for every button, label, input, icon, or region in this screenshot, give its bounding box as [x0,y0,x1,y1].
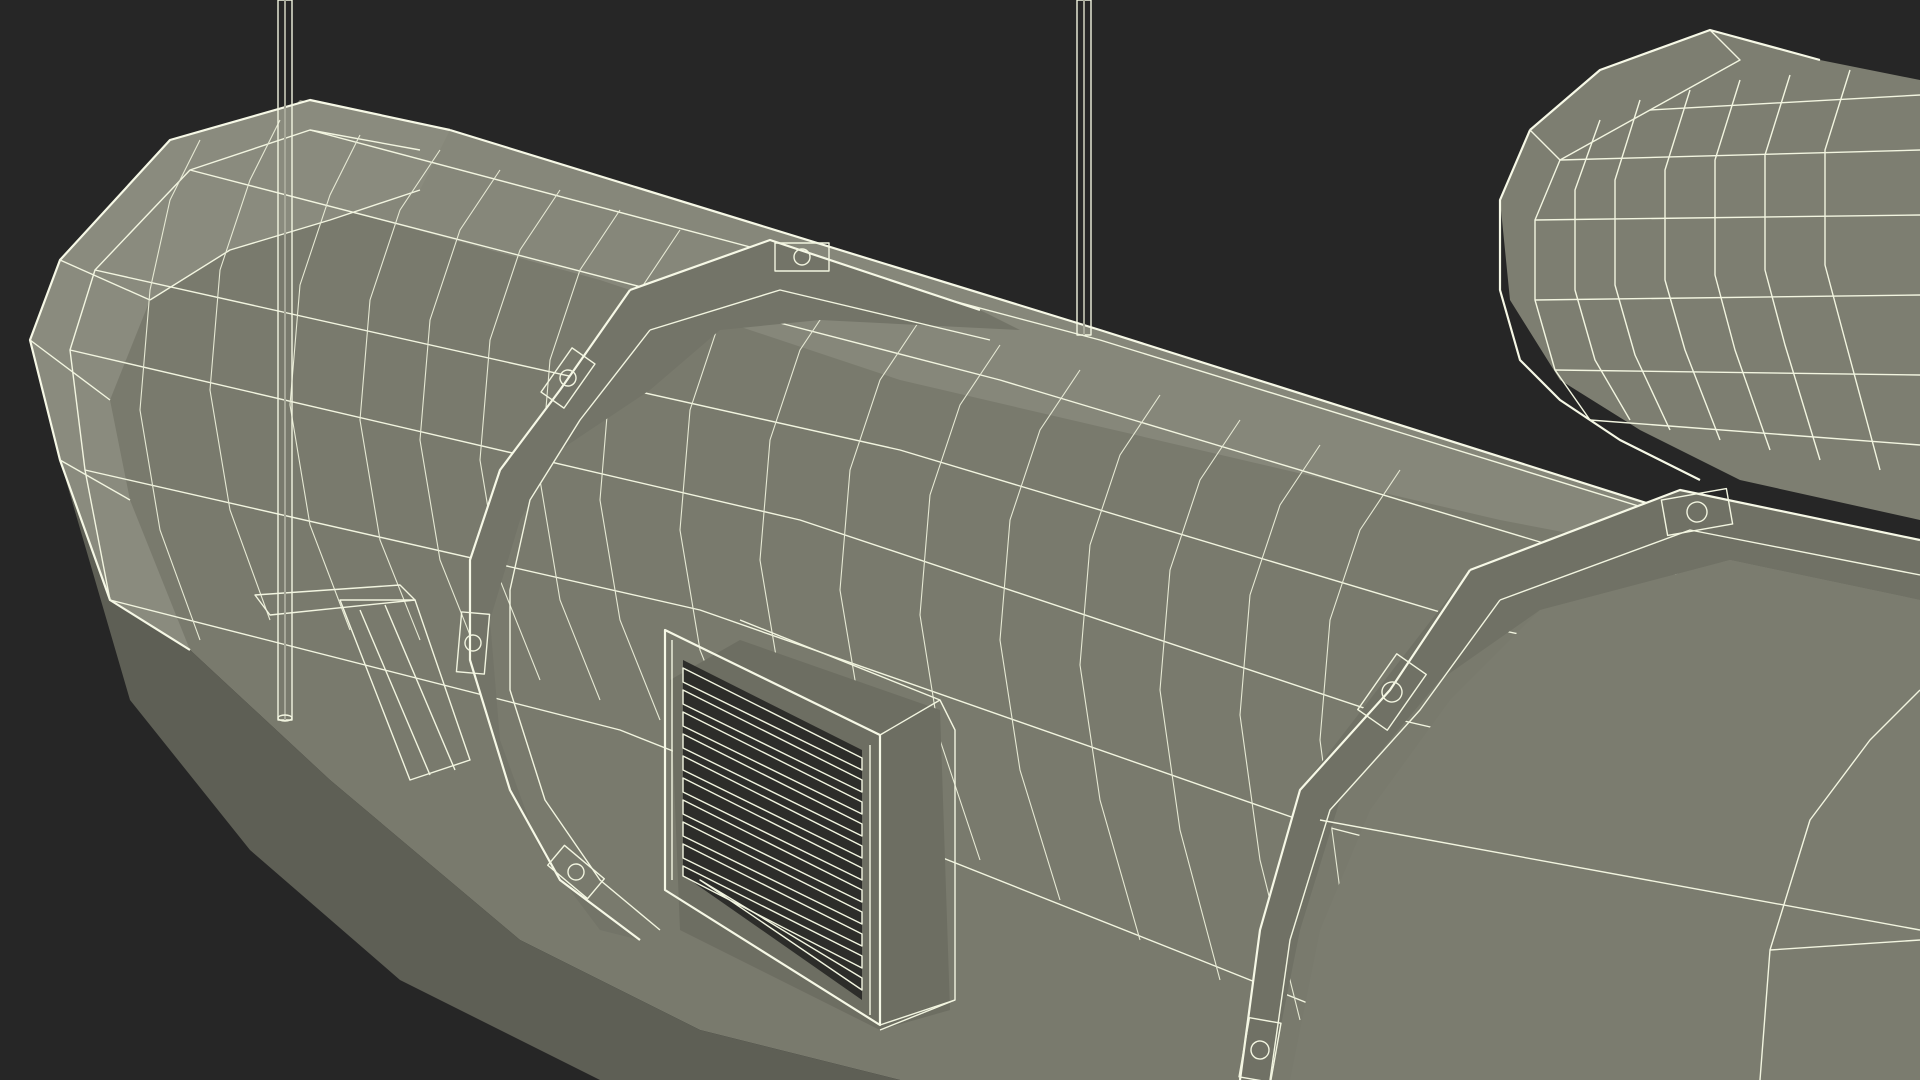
wireframe-render [0,0,1920,1080]
render-viewport [0,0,1920,1080]
